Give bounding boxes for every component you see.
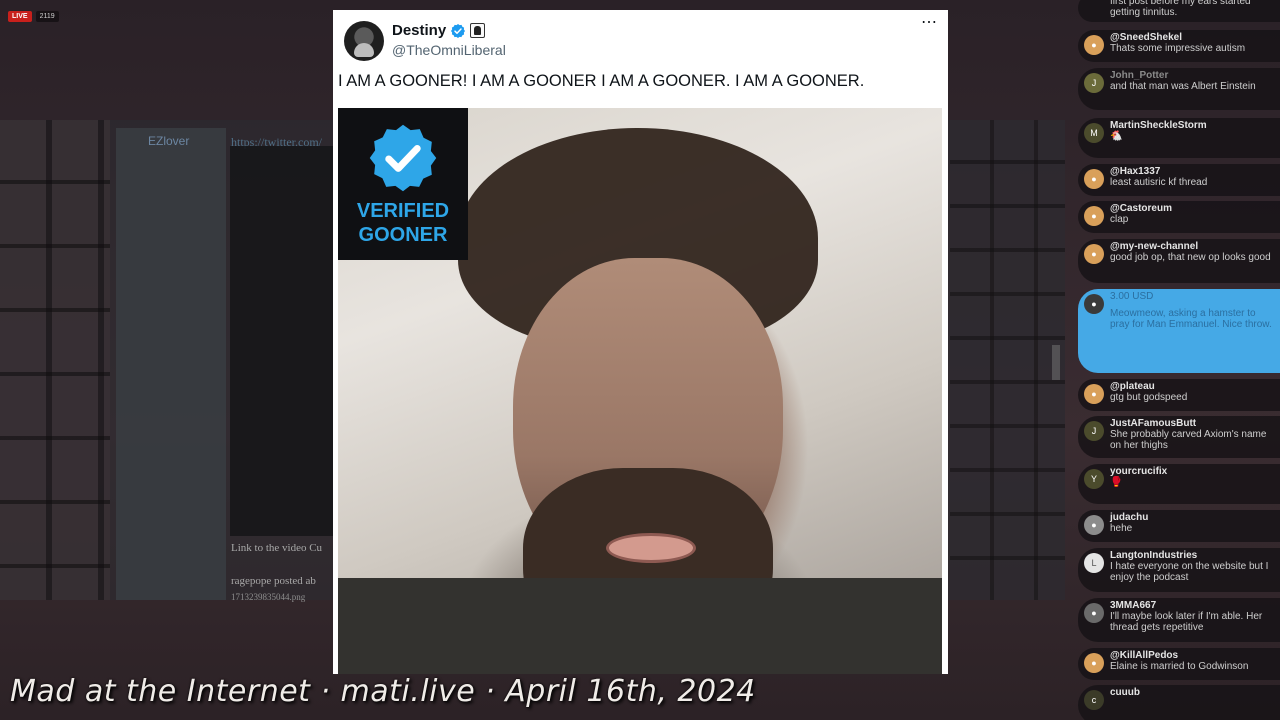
- chat-message: J John_Potter and that man was Albert Ei…: [1078, 68, 1280, 110]
- avatar: ●: [1084, 294, 1104, 314]
- chat-username[interactable]: MartinSheckleStorm: [1110, 120, 1274, 131]
- avatar: J: [1084, 421, 1104, 441]
- verified-badge-icon: [451, 23, 466, 38]
- chat-message: ● @my-new-channel good job op, that new …: [1078, 239, 1280, 283]
- chat-message: M MartinSheckleStorm 🐔: [1078, 118, 1280, 158]
- chat-username[interactable]: JustAFamousButt: [1110, 418, 1274, 429]
- avatar: ●: [1084, 169, 1104, 189]
- chat-username[interactable]: @KillAllPedos: [1110, 650, 1274, 661]
- avatar: ●: [1084, 206, 1104, 226]
- chat-message: ● @Castoreum clap: [1078, 201, 1280, 233]
- chat-message: ● @plateau gtg but godspeed: [1078, 379, 1280, 411]
- background-thumbnail-grid-right: [950, 120, 1065, 600]
- chat-message-body: Elaine is married to Godwinson: [1110, 661, 1249, 672]
- avatar[interactable]: [344, 21, 384, 61]
- background-link-text: Link to the video Cu: [231, 542, 323, 554]
- affiliate-badge-icon: [470, 23, 486, 38]
- chat-message: first post before my ears started gettin…: [1078, 0, 1280, 22]
- stream-watermark: Mad at the Internet · mati.live · April …: [10, 674, 756, 709]
- avatar: ●: [1084, 35, 1104, 55]
- chat-panel: first post before my ears started gettin…: [1078, 0, 1280, 720]
- chat-message-body: Meowmeow, asking a hamster to pray for M…: [1110, 308, 1272, 330]
- chat-username[interactable]: John_Potter: [1110, 70, 1274, 81]
- chat-message-body: I hate everyone on the website but I enj…: [1110, 561, 1269, 583]
- avatar: ●: [1084, 515, 1104, 535]
- chat-message: Y yourcrucifix 🥊: [1078, 464, 1280, 504]
- background-sidebar: [116, 128, 226, 600]
- big-check-badge-icon: [369, 124, 437, 192]
- verified-gooner-overlay: VERIFIED GOONER: [338, 108, 468, 260]
- badge-text-line1: VERIFIED: [356, 200, 450, 222]
- chat-message-body: first post before my ears started gettin…: [1110, 0, 1251, 18]
- chat-message-body: clap: [1110, 214, 1129, 225]
- avatar: L: [1084, 553, 1104, 573]
- chat-message: ● @Hax1337 least autisric kf thread: [1078, 164, 1280, 196]
- chat-username[interactable]: LangtonIndustries: [1110, 550, 1274, 561]
- avatar: Y: [1084, 469, 1104, 489]
- avatar: ●: [1084, 603, 1104, 623]
- photo-shirt: [338, 578, 942, 674]
- chat-username[interactable]: 3MMA667: [1110, 600, 1274, 611]
- background-thumbnail-grid-left: [0, 120, 110, 600]
- chat-message-body: good job op, that new op looks good: [1110, 252, 1271, 263]
- chat-message-body: least autisric kf thread: [1110, 177, 1208, 188]
- chat-message-body: She probably carved Axiom's name on her …: [1110, 429, 1267, 451]
- avatar: c: [1084, 690, 1104, 710]
- chat-message-body: gtg but godspeed: [1110, 392, 1188, 403]
- chat-username[interactable]: judachu: [1110, 512, 1274, 523]
- chat-username[interactable]: @SneedShekel: [1110, 32, 1274, 43]
- chat-username[interactable]: yourcrucifix: [1110, 466, 1274, 477]
- avatar: M: [1084, 123, 1104, 143]
- background-phone-screenshot: [230, 146, 336, 536]
- chat-message-body: and that man was Albert Einstein: [1110, 81, 1256, 92]
- tweet-author-row: Destiny: [392, 22, 486, 39]
- avatar: J: [1084, 73, 1104, 93]
- photo-mouth: [606, 533, 696, 563]
- chat-message-body: hehe: [1110, 523, 1133, 534]
- chat-username[interactable]: cuuub: [1110, 687, 1274, 698]
- background-post-text: ragepope posted ab: [231, 575, 316, 587]
- chat-username[interactable]: @Hax1337: [1110, 166, 1274, 177]
- chat-message-body: 🐔: [1110, 131, 1123, 142]
- live-badge: LIVE: [8, 11, 32, 22]
- background-username: EZlover: [148, 134, 190, 148]
- badge-text-line2: GOONER: [358, 224, 448, 246]
- chat-message: ● 3MMA667 I'll maybe look later if I'm a…: [1078, 598, 1280, 642]
- viewer-count: 2119: [35, 11, 59, 22]
- chat-message-body: I'll maybe look later if I'm able. Her t…: [1110, 611, 1263, 633]
- avatar: ●: [1084, 384, 1104, 404]
- tweet-card: Destiny @TheOmniLiberal ⋯ I AM A GOONER!…: [333, 10, 948, 674]
- chat-message: c cuuub: [1078, 685, 1280, 720]
- tweet-text: I AM A GOONER! I AM A GOONER I AM A GOON…: [338, 72, 865, 90]
- display-name[interactable]: Destiny: [392, 22, 446, 39]
- chat-message: ● @KillAllPedos Elaine is married to God…: [1078, 648, 1280, 680]
- background-scrollbar[interactable]: [1052, 345, 1060, 380]
- chat-message: ● @SneedShekel Thats some impressive aut…: [1078, 30, 1280, 62]
- tweet-media-image[interactable]: VERIFIED GOONER: [338, 108, 942, 674]
- chat-username[interactable]: @Castoreum: [1110, 203, 1274, 214]
- avatar: ●: [1084, 244, 1104, 264]
- handle[interactable]: @TheOmniLiberal: [392, 42, 506, 58]
- live-indicator: LIVE 2119: [8, 11, 59, 22]
- avatar: ●: [1084, 653, 1104, 673]
- chat-message: J JustAFamousButt She probably carved Ax…: [1078, 416, 1280, 458]
- chat-message: L LangtonIndustries I hate everyone on t…: [1078, 548, 1280, 592]
- superchat-message: ● 3.00 USD Meowmeow, asking a hamster to…: [1078, 289, 1280, 373]
- chat-username[interactable]: @my-new-channel: [1110, 241, 1274, 252]
- background-file-text: 1713239835044.png: [231, 592, 306, 602]
- chat-message: ● judachu hehe: [1078, 510, 1280, 542]
- more-options-icon[interactable]: ⋯: [921, 12, 938, 32]
- chat-username[interactable]: @plateau: [1110, 381, 1274, 392]
- superchat-amount: 3.00 USD: [1110, 291, 1154, 302]
- chat-message-body: Thats some impressive autism: [1110, 43, 1246, 54]
- chat-message-body: 🥊: [1110, 477, 1123, 488]
